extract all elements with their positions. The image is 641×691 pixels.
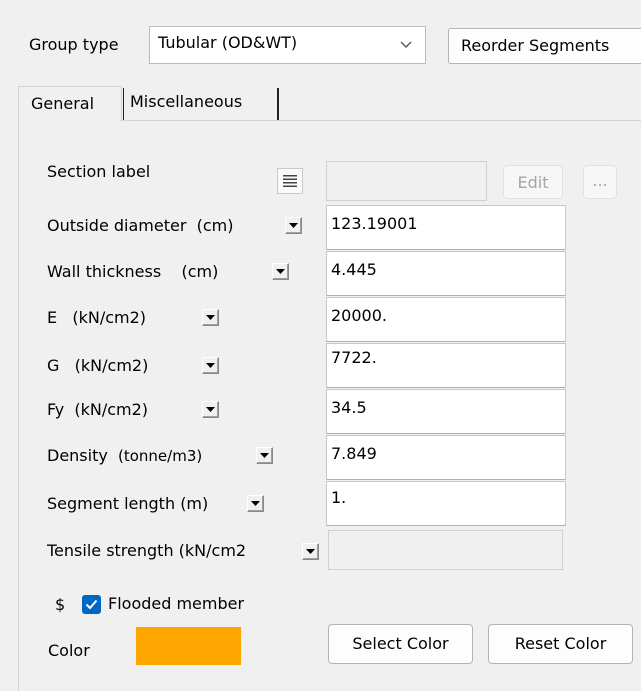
outside-diameter-input[interactable]: 123.19001 [326,205,566,250]
g-label: G (kN/cm2) [47,356,149,375]
color-swatch [136,627,241,665]
dropdown-arrow-icon [206,315,215,320]
e-input[interactable]: 20000. [326,297,566,342]
group-type-value: Tubular (OD&WT) [158,33,298,52]
list-icon[interactable] [277,168,303,194]
dropdown-arrow-icon [206,407,215,412]
fy-input[interactable]: 34.5 [326,389,566,434]
tensile-strength-input [328,530,563,570]
edit-button[interactable]: Edit [503,165,563,199]
wall-thickness-input[interactable]: 4.445 [326,251,566,296]
color-label: Color [48,641,90,660]
fy-unit-dropdown[interactable] [202,401,219,418]
tab-general[interactable]: General [18,86,122,122]
segment-length-input[interactable]: 1. [326,481,566,526]
e-label: E (kN/cm2) [47,308,147,327]
reorder-segments-button[interactable]: Reorder Segments [448,28,641,64]
reset-color-button[interactable]: Reset Color [488,624,633,664]
dropdown-arrow-icon [260,453,269,458]
chevron-down-icon [400,41,412,48]
dropdown-arrow-icon [206,363,215,368]
tensile-strength-label: Tensile strength (kN/cm2 [47,541,247,560]
checkmark-icon [85,599,98,610]
density-input[interactable]: 7.849 [326,435,566,480]
flooded-member-label[interactable]: Flooded member [108,594,244,614]
segment-length-unit-dropdown[interactable] [247,495,264,512]
g-unit-dropdown[interactable] [202,357,219,374]
select-color-button[interactable]: Select Color [328,624,473,664]
tab-miscellaneous[interactable]: Miscellaneous [123,88,279,120]
density-label: Density (tonne/m3) [47,446,203,465]
flooded-member-checkbox[interactable] [82,595,101,614]
section-label-input [326,161,487,201]
dollar-sign: $ [55,595,66,614]
segment-length-label: Segment length (m) [47,494,209,513]
outside-diameter-label: Outside diameter (cm) [47,216,234,235]
dropdown-arrow-icon [289,223,298,228]
wall-thickness-label: Wall thickness (cm) [47,262,219,281]
g-input[interactable]: 7722. [326,343,566,388]
wall-thickness-unit-dropdown[interactable] [272,263,289,280]
dropdown-arrow-icon [276,269,285,274]
group-type-label: Group type [29,35,119,54]
outside-diameter-unit-dropdown[interactable] [285,217,302,234]
density-unit-dropdown[interactable] [256,447,273,464]
e-unit-dropdown[interactable] [202,309,219,326]
tensile-strength-unit-dropdown[interactable] [302,543,319,560]
section-label-label: Section label [47,162,151,181]
dropdown-arrow-icon [306,549,315,554]
group-type-select[interactable]: Tubular (OD&WT) [149,26,426,64]
more-button[interactable]: ... [583,165,617,199]
fy-label: Fy (kN/cm2) [47,400,149,419]
dropdown-arrow-icon [251,501,260,506]
